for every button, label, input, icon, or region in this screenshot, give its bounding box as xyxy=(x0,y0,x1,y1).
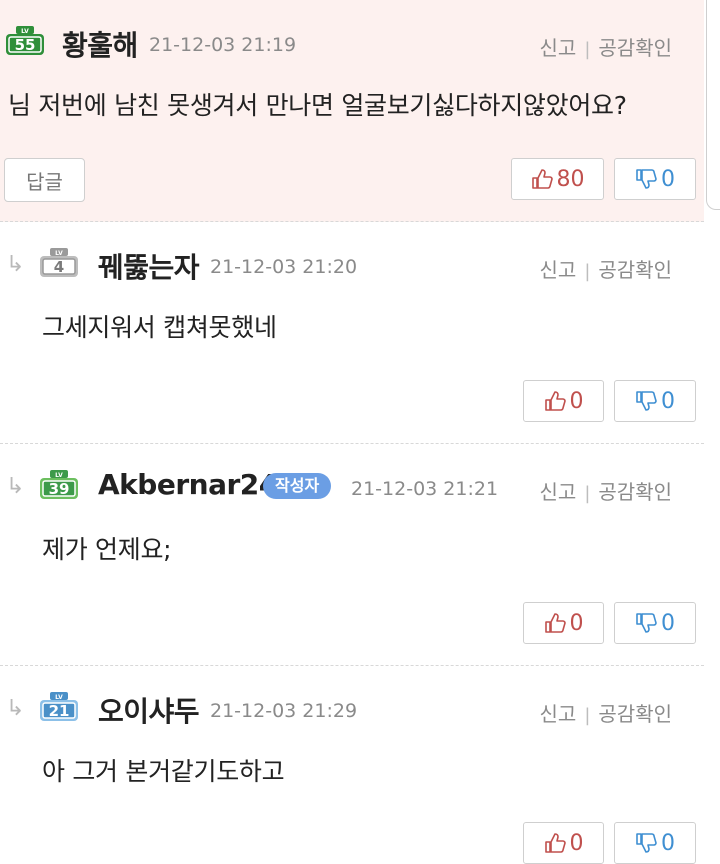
level-badge-icon: LV 39 xyxy=(40,470,78,500)
level-number: 21 xyxy=(49,702,70,720)
upvote-button[interactable]: 0 xyxy=(523,380,604,422)
level-number: 4 xyxy=(54,258,64,276)
nickname[interactable]: 오이샤두 xyxy=(98,690,200,730)
comment-actions: 신고 | 공감확인 xyxy=(540,476,673,505)
action-separator: | xyxy=(584,261,591,282)
nickname[interactable]: 꿰뚫는자 xyxy=(98,246,200,286)
reply-comment-item: ↳ LV 21 오이샤두 21-12-03 21:29 신고 | 공감확인 아 그거… xyxy=(0,666,704,864)
reply-comment-item: ↳ LV 39 Akbernar24 작성자 21-12-03 21:21 신고… xyxy=(0,444,704,666)
action-separator: | xyxy=(584,39,591,60)
comment-text: 그세지워서 캡쳐못했네 xyxy=(42,313,277,342)
likes-check-link[interactable]: 공감확인 xyxy=(598,480,672,504)
thumbs-down-icon xyxy=(635,832,657,854)
level-number: 39 xyxy=(49,480,70,498)
downvote-button[interactable]: 0 xyxy=(614,602,696,644)
nickname[interactable]: Akbernar24 xyxy=(98,468,278,501)
upvote-button[interactable]: 80 xyxy=(511,158,604,200)
upvote-count: 80 xyxy=(556,166,585,192)
likes-check-link[interactable]: 공감확인 xyxy=(598,258,672,282)
comment-actions: 신고 | 공감확인 xyxy=(540,254,673,283)
reply-comment-item: ↳ LV 4 꿰뚫는자 21-12-03 21:20 신고 | 공감확인 그세지워서… xyxy=(0,222,704,444)
downvote-button[interactable]: 0 xyxy=(614,380,696,422)
thumbs-down-icon xyxy=(635,168,657,190)
downvote-count: 0 xyxy=(661,166,675,192)
upvote-count: 0 xyxy=(569,388,584,414)
comment-text: 아 그거 본거같기도하고 xyxy=(42,757,285,786)
downvote-button[interactable]: 0 xyxy=(614,822,696,864)
reply-button-label: 답글 xyxy=(26,169,63,194)
comment-date: 21-12-03 21:21 xyxy=(351,478,499,500)
comment-actions: 신고 | 공감확인 xyxy=(540,698,673,727)
report-link[interactable]: 신고 xyxy=(540,258,577,282)
action-separator: | xyxy=(584,705,591,726)
svg-text:LV: LV xyxy=(55,250,63,257)
comment-text: 님 저번에 남친 못생겨서 만나면 얼굴보기싫다하지않았어요? xyxy=(8,91,627,120)
thumbs-up-icon xyxy=(544,612,566,634)
level-badge-icon: LV 55 xyxy=(6,26,44,56)
reply-arrow-icon: ↳ xyxy=(6,696,25,721)
downvote-button[interactable]: 0 xyxy=(614,158,696,200)
upvote-button[interactable]: 0 xyxy=(523,602,604,644)
nickname[interactable]: 황훌해 xyxy=(62,24,138,64)
report-link[interactable]: 신고 xyxy=(540,480,577,504)
comment-date: 21-12-03 21:29 xyxy=(210,700,358,722)
reply-button[interactable]: 답글 xyxy=(4,158,85,202)
reply-arrow-icon: ↳ xyxy=(6,252,25,277)
level-number: 55 xyxy=(15,36,36,54)
comment-item: LV 55 황훌해 21-12-03 21:19 신고 | 공감확인 님 저번에 남… xyxy=(0,0,704,222)
level-badge-icon: LV 21 xyxy=(40,692,78,722)
likes-check-link[interactable]: 공감확인 xyxy=(598,702,672,726)
comment-date: 21-12-03 21:20 xyxy=(210,256,358,278)
report-link[interactable]: 신고 xyxy=(540,702,577,726)
upvote-button[interactable]: 0 xyxy=(523,822,604,864)
report-link[interactable]: 신고 xyxy=(540,36,577,60)
svg-text:LV: LV xyxy=(55,694,63,701)
action-separator: | xyxy=(584,483,591,504)
comment-date: 21-12-03 21:19 xyxy=(149,34,297,56)
likes-check-link[interactable]: 공감확인 xyxy=(598,36,672,60)
level-badge-icon: LV 4 xyxy=(40,248,78,278)
downvote-count: 0 xyxy=(661,610,675,636)
comment-actions: 신고 | 공감확인 xyxy=(540,32,673,61)
author-badge: 작성자 xyxy=(263,473,332,499)
downvote-count: 0 xyxy=(661,388,675,414)
thumbs-up-icon xyxy=(544,832,566,854)
comment-text: 제가 언제요; xyxy=(42,535,172,564)
thumbs-down-icon xyxy=(635,390,657,412)
upvote-count: 0 xyxy=(569,610,584,636)
svg-text:LV: LV xyxy=(55,472,63,479)
scrollbar-edge xyxy=(706,0,720,210)
thumbs-down-icon xyxy=(635,612,657,634)
reply-arrow-icon: ↳ xyxy=(6,474,25,499)
svg-text:LV: LV xyxy=(21,28,29,35)
thumbs-up-icon xyxy=(544,390,566,412)
thumbs-up-icon xyxy=(531,168,553,190)
